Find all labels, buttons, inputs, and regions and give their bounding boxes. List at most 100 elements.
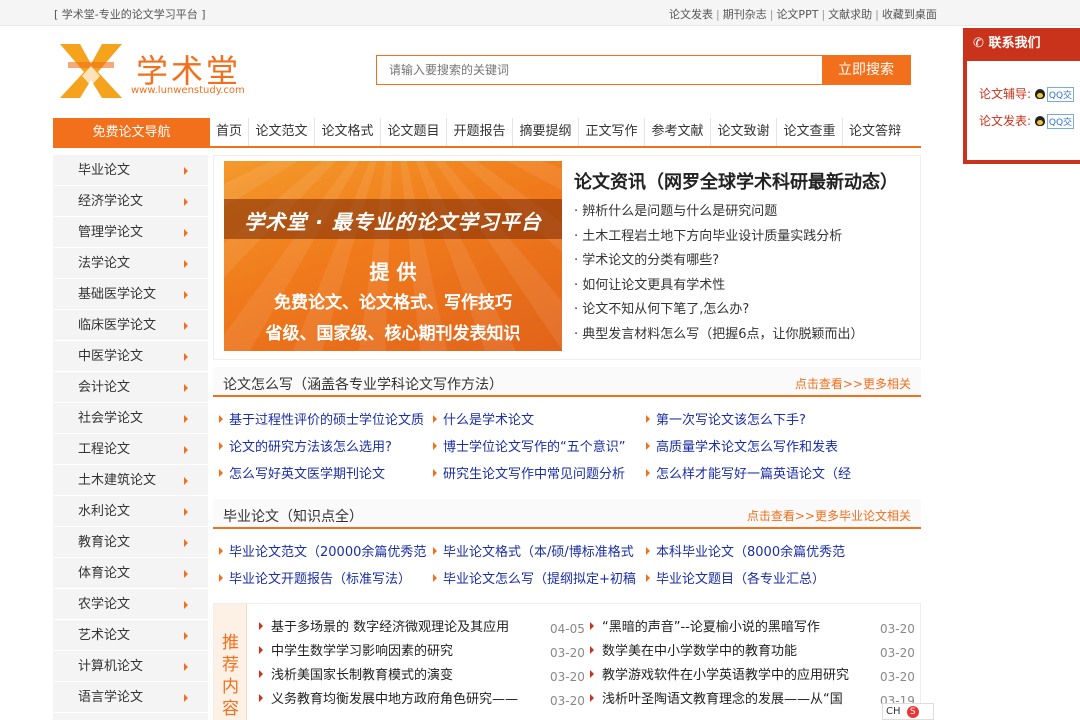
sidebar-item[interactable]: 毕业论文 [53, 155, 208, 186]
ime-indicator[interactable]: CH S [882, 703, 934, 720]
search-input[interactable] [377, 56, 823, 84]
nav-item-plagiarism-check[interactable]: 论文查重 [777, 118, 843, 146]
section-link[interactable]: 高质量学术论文怎么写作和发表 [646, 434, 856, 462]
sidebar-item-label: 农学论文 [78, 597, 131, 612]
sidebar-item[interactable]: 水利论文 [53, 496, 208, 527]
sidebar-item-label: 工程论文 [78, 442, 131, 457]
chevron-right-icon [184, 477, 188, 485]
recommend-item[interactable]: “黑暗的声音”--论夏榆小说的黑暗写作 [590, 616, 850, 640]
news-item[interactable]: · 典型发言材料怎么写（把握6点，让你脱颖而出） [574, 323, 914, 348]
chevron-right-icon [184, 229, 188, 237]
section-link[interactable]: 毕业论文范文（20000余篇优秀范 [219, 539, 431, 567]
promo-banner[interactable]: 学术堂 · 最专业的论文学习平台 提 供 免费论文、论文格式、写作技巧 省级、国… [224, 161, 562, 351]
section-more-link[interactable]: 点击查看>>更多毕业论文相关 [747, 507, 911, 524]
news-item[interactable]: · 辨析什么是问题与什么是研究问题 [574, 200, 914, 225]
contact-row-tutoring[interactable]: 论文辅导: QQ交 [979, 85, 1075, 102]
section-link[interactable]: 毕业论文格式（本/硕/博标准格式 [433, 539, 643, 567]
sidebar-item[interactable]: 临床医学论文 [53, 310, 208, 341]
sidebar-item-label: 会计论文 [78, 380, 131, 395]
nav-item-topics[interactable]: 论文题目 [381, 118, 447, 146]
sidebar-item[interactable]: 农学论文 [53, 589, 208, 620]
recommended-content: 推 荐 内 容 基于多场景的 数字经济微观理论及其应用 04-05 中学生数学学… [213, 603, 921, 720]
recommend-item[interactable]: 教学游戏软件在小学英语教学中的应用研究 [590, 664, 850, 688]
section-link[interactable]: 第一次写论文该怎么下手? [646, 407, 856, 435]
sidebar-item[interactable]: 法学论文 [53, 248, 208, 279]
nav-item-acknowledgement[interactable]: 论文致谢 [711, 118, 777, 146]
sidebar-item-label: 计算机论文 [78, 659, 144, 674]
sidebar-item[interactable]: 工程论文 [53, 434, 208, 465]
news-item[interactable]: · 论文不知从何下笔了,怎么办? [574, 298, 914, 323]
news-item[interactable]: · 如何让论文更具有学术性 [574, 274, 914, 299]
sidebar-item[interactable]: 教育论文 [53, 527, 208, 558]
site-logo[interactable]: 学术堂 www.lunwenstudy.com [58, 42, 258, 100]
nav-item-abstract[interactable]: 摘要提纲 [513, 118, 579, 146]
sidebar-item[interactable]: 基础医学论文 [53, 279, 208, 310]
sidebar-item[interactable]: 会计论文 [53, 372, 208, 403]
qq-chat-button[interactable]: QQ交 [1046, 114, 1075, 129]
recommend-item[interactable]: 浅析叶圣陶语文教育理念的发展——从“国 [590, 688, 850, 712]
section-link[interactable]: 怎么写好英文医学期刊论文 [219, 461, 431, 489]
section-link[interactable]: 毕业论文怎么写（提纲拟定+初稿 [433, 566, 643, 594]
section-link[interactable]: 博士学位论文写作的“五个意识” [433, 434, 643, 462]
recommend-item[interactable]: 基于多场景的 数字经济微观理论及其应用 [259, 616, 529, 640]
news-item[interactable]: · 土木工程岩土地下方向毕业设计质量实践分析 [574, 225, 914, 250]
recommend-item[interactable]: 义务教育均衡发展中地方政府角色研究—— [259, 688, 529, 712]
sidebar-item[interactable]: 计算机论文 [53, 651, 208, 682]
top-link-paper-publish[interactable]: 论文发表 [669, 8, 713, 21]
sidebar-item-label: 基础医学论文 [78, 287, 157, 302]
section-link[interactable]: 论文的研究方法该怎么选用? [219, 434, 431, 462]
nav-item-references[interactable]: 参考文献 [645, 118, 711, 146]
chevron-right-icon [184, 198, 188, 206]
recommend-item[interactable]: 浅析美国家长制教育模式的演变 [259, 664, 529, 688]
nav-item-format[interactable]: 论文格式 [315, 118, 381, 146]
logo-url: www.lunwenstudy.com [131, 85, 245, 96]
sidebar-item[interactable]: 中医学论文 [53, 341, 208, 372]
top-link-journals[interactable]: 期刊杂志 [723, 8, 767, 21]
top-bar: [ 学术堂-专业的论文学习平台 ] 论文发表 | 期刊杂志 | 论文PPT | 文献求助 | 收… [0, 0, 1080, 26]
section-more-link[interactable]: 点击查看>>更多相关 [795, 375, 911, 392]
nav-item-samples[interactable]: 论文范文 [249, 118, 315, 146]
sidebar-item[interactable]: 经济学论文 [53, 186, 208, 217]
top-link-ppt[interactable]: 论文PPT [776, 8, 818, 21]
nav-item-home[interactable]: 首页 [210, 118, 249, 146]
section-link[interactable]: 毕业论文题目（各专业汇总） [646, 566, 856, 594]
sidebar-item-label: 土木建筑论文 [78, 473, 157, 488]
nav-item-proposal[interactable]: 开题报告 [447, 118, 513, 146]
qq-chat-button[interactable]: QQ交 [1046, 87, 1075, 102]
contact-body: 论文辅导: QQ交 论文发表: QQ交 [967, 61, 1080, 160]
chevron-right-icon [184, 601, 188, 609]
chevron-right-icon [184, 663, 188, 671]
nav-free-paper-guide[interactable]: 免费论文导航 [53, 118, 210, 148]
section-link[interactable]: 基于过程性评价的硕士学位论文质 [219, 407, 431, 435]
nav-item-writing[interactable]: 正文写作 [579, 118, 645, 146]
recommend-item[interactable]: 中学生数学学习影响因素的研究 [259, 640, 529, 664]
section-link[interactable]: 什么是学术论文 [433, 407, 643, 435]
contact-row-publish[interactable]: 论文发表: QQ交 [979, 112, 1075, 129]
section-header: 毕业论文（知识点全） 点击查看>>更多毕业论文相关 [213, 499, 921, 529]
recommend-date: 03-20 [550, 670, 585, 684]
recommend-tag: 推 荐 内 容 [214, 604, 247, 720]
sidebar-item[interactable]: 体育论文 [53, 558, 208, 589]
sidebar-item[interactable]: 土木建筑论文 [53, 465, 208, 496]
sidebar-item[interactable]: 管理学论文 [53, 217, 208, 248]
contact-label: 论文辅导: [979, 87, 1032, 101]
recommend-item[interactable]: 数学美在中小学数学中的教育功能 [590, 640, 850, 664]
top-link-literature-help[interactable]: 文献求助 [828, 8, 872, 21]
contact-label: 论文发表: [979, 114, 1032, 128]
search-button[interactable]: 立即搜索 [822, 55, 910, 85]
chevron-right-icon [184, 508, 188, 516]
nav-item-defense[interactable]: 论文答辩 [843, 118, 907, 146]
news-item[interactable]: · 学术论文的分类有哪些? [574, 249, 914, 274]
section-link[interactable]: 毕业论文开题报告（标准写法） [219, 566, 431, 594]
banner-line-4: 省级、国家级、核心期刊发表知识 [265, 324, 521, 344]
top-link-bookmark[interactable]: 收藏到桌面 [882, 8, 937, 21]
chevron-right-icon [184, 539, 188, 547]
sidebar-item[interactable]: 社会学论文 [53, 403, 208, 434]
section-link[interactable]: 本科毕业论文（8000余篇优秀范 [646, 539, 856, 567]
sidebar-item[interactable]: 语言学论文 [53, 682, 208, 713]
sidebar-item[interactable]: 艺术论文 [53, 620, 208, 651]
sidebar-item-label: 艺术论文 [78, 628, 131, 643]
section-link[interactable]: 怎么样才能写好一篇英语论文（经 [646, 461, 856, 489]
top-links: 论文发表 | 期刊杂志 | 论文PPT | 文献求助 | 收藏到桌面 [669, 8, 937, 21]
section-link[interactable]: 研究生论文写作中常见问题分析 [433, 461, 643, 489]
